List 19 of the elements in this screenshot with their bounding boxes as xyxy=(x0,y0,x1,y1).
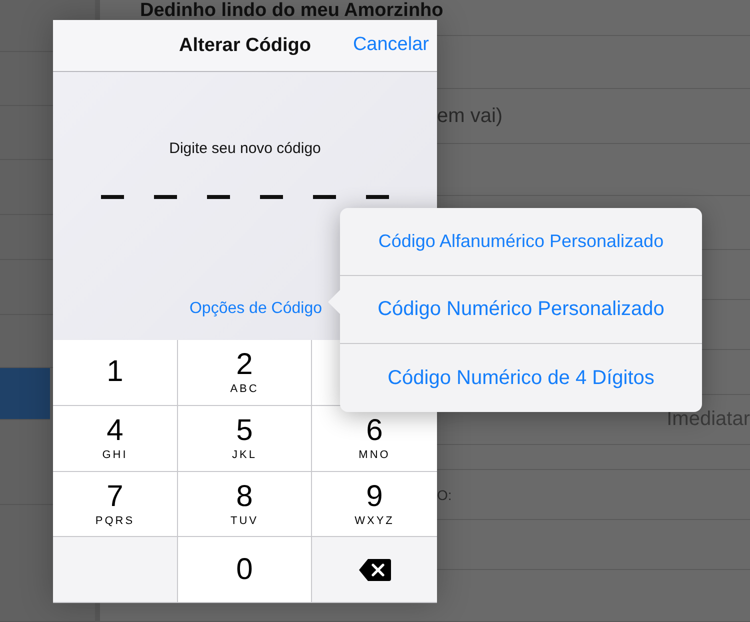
cancel-button[interactable]: Cancelar xyxy=(352,34,429,56)
backspace-icon xyxy=(358,558,392,582)
row-label: em vai) xyxy=(437,104,503,128)
row-label: O: xyxy=(437,486,452,502)
keypad-key[interactable]: 1 xyxy=(53,340,178,406)
delete-key[interactable] xyxy=(312,537,437,603)
dialog-title: Alterar Código xyxy=(179,34,311,56)
keypad-key[interactable]: 9 WXYZ xyxy=(312,472,437,538)
keypad-key[interactable]: 7 PQRS xyxy=(53,472,178,538)
keypad-key[interactable]: 4 GHI xyxy=(53,406,178,472)
popover-option[interactable]: Código Numérico Personalizado xyxy=(340,276,702,344)
keypad-key[interactable]: 5 JKL xyxy=(178,406,312,472)
keypad-key[interactable]: 8 TUV xyxy=(178,472,312,538)
row-label: Dedinho lindo do meu Amorzinho xyxy=(140,0,444,22)
popover-option[interactable]: Código Alfanumérico Personalizado xyxy=(340,208,702,276)
keypad-key[interactable]: 0 xyxy=(178,537,312,603)
keypad-key[interactable]: 2 ABC xyxy=(178,340,312,406)
keypad-key[interactable]: 6 MNO xyxy=(312,406,437,472)
passcode-prompt: Digite seu novo código xyxy=(169,140,321,157)
